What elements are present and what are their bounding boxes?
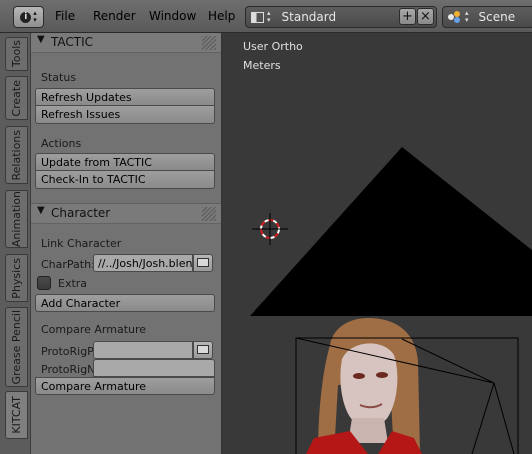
charpath-field[interactable]: //../Josh/Josh.blend — [93, 254, 193, 272]
folder-icon — [197, 345, 209, 354]
status-label: Status — [41, 71, 77, 84]
charpath-label: CharPath: — [41, 258, 95, 271]
scene-name: Scene — [478, 10, 516, 24]
tab-kitcat[interactable]: KITCAT — [5, 391, 28, 439]
compare-armature-label: Compare Armature — [41, 323, 147, 336]
3d-viewport[interactable]: User Ortho Meters — [222, 33, 532, 454]
3d-cursor-icon[interactable] — [252, 213, 288, 245]
menu-help[interactable]: Help — [208, 9, 235, 23]
tab-relations[interactable]: Relations — [5, 126, 28, 184]
menu-file[interactable]: File — [55, 9, 75, 23]
collapse-triangle-icon: ▼ — [37, 205, 45, 216]
protorigp-field[interactable] — [93, 341, 193, 359]
tactic-panel-header[interactable]: ▼ TACTIC — [31, 33, 221, 53]
tab-physics[interactable]: Physics — [5, 254, 28, 302]
menu-window[interactable]: Window — [149, 9, 196, 23]
tab-label: Create — [10, 79, 23, 117]
screen-layout-icon — [251, 11, 264, 23]
tab-label: Grease Pencil — [10, 309, 23, 385]
extra-checkbox[interactable] — [37, 276, 51, 290]
compare-armature-button[interactable]: Compare Armature — [35, 377, 215, 395]
panel-title: Character — [51, 206, 111, 220]
actions-label: Actions — [41, 137, 82, 150]
character-eye-right — [376, 372, 388, 378]
scene-icon — [448, 11, 462, 23]
chevron-updown-icon: ▴ ▾ — [267, 9, 271, 24]
tab-label: Physics — [10, 257, 23, 299]
chevron-updown-icon: ▴ ▾ — [465, 9, 469, 24]
chevron-updown-icon: ▴ ▾ — [33, 9, 37, 24]
screen-layout-name: Standard — [281, 10, 337, 24]
update-from-tactic-button[interactable]: Update from TACTIC — [35, 153, 215, 171]
remove-screen-button[interactable]: × — [417, 8, 434, 25]
add-character-button[interactable]: Add Character — [35, 294, 215, 312]
check-in-tactic-button[interactable]: Check-In to TACTIC — [35, 171, 215, 189]
tab-animation[interactable]: Animation — [5, 190, 28, 248]
link-character-label: Link Character — [41, 237, 122, 250]
protorigp-label: ProtoRigP — [41, 345, 94, 358]
protorign-field[interactable] — [93, 359, 215, 377]
panel-title: TACTIC — [51, 35, 94, 49]
refresh-updates-button[interactable]: Refresh Updates — [35, 88, 215, 106]
close-icon: × — [420, 9, 431, 24]
folder-icon — [197, 258, 209, 267]
refresh-issues-button[interactable]: Refresh Issues — [35, 106, 215, 124]
tab-tools[interactable]: Tools — [5, 37, 28, 71]
tab-label: Tools — [10, 40, 23, 68]
extra-label: Extra — [58, 277, 88, 290]
add-icon: + — [402, 9, 413, 24]
charpath-browse-button[interactable] — [193, 254, 213, 272]
tab-label: KITCAT — [10, 396, 23, 434]
tab-grease-pencil[interactable]: Grease Pencil — [5, 307, 28, 387]
tab-label: Animation — [10, 190, 23, 248]
drag-grip-icon[interactable] — [202, 207, 216, 221]
tab-create[interactable]: Create — [5, 76, 28, 120]
character-panel-header[interactable]: ▼ Character — [31, 203, 221, 224]
menu-render[interactable]: Render — [93, 9, 136, 23]
character-face — [340, 343, 398, 426]
character-eye-left — [353, 373, 365, 379]
tab-label: Relations — [10, 129, 23, 181]
protorigp-browse-button[interactable] — [193, 341, 213, 359]
collapse-triangle-icon: ▼ — [37, 34, 45, 45]
protorign-label: ProtoRigN — [41, 363, 96, 376]
editor-type-button[interactable]: i ▴ ▾ — [13, 6, 44, 28]
scene-selector[interactable]: ▴ ▾ Scene — [442, 6, 532, 28]
tool-shelf-panel: ▼ TACTIC Status Refresh Updates Refresh … — [31, 33, 222, 454]
tool-tab-strip: Tools Create Relations Animation Physics… — [0, 33, 31, 454]
info-icon: i — [20, 11, 32, 23]
viewport-canvas — [250, 147, 532, 454]
top-header: i ▴ ▾ File Render Window Help ▴ ▾ Standard… — [0, 0, 532, 33]
drag-grip-icon[interactable] — [202, 36, 216, 50]
add-screen-button[interactable]: + — [399, 8, 416, 25]
pyramid-mesh — [250, 147, 532, 316]
